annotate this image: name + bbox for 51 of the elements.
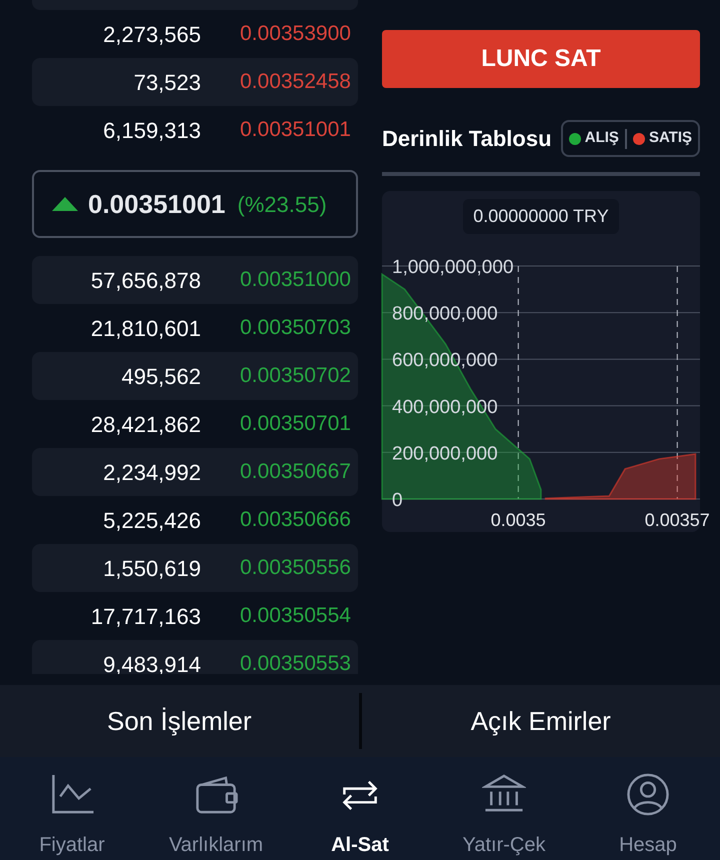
order-price: 0.00350703: [240, 315, 351, 342]
order-price: 0.00352458: [240, 69, 351, 96]
price-change: (%23.55): [237, 190, 327, 218]
order-amount: 5,225,426: [102, 506, 201, 534]
legend-label: ALIŞ: [584, 128, 619, 148]
order-amount: 2,273,565: [102, 20, 201, 48]
order-price: 0.00351000: [240, 267, 351, 294]
bottom-tab[interactable]: Açık Emirler: [362, 685, 720, 757]
nav-label: Fiyatlar: [39, 833, 105, 858]
order-amount: 2,234,992: [102, 458, 201, 486]
nav-label: Hesap: [619, 833, 677, 858]
order-amount: 9,483,914: [102, 650, 201, 674]
order-price: 0.00351001: [240, 117, 351, 144]
order-price: 0.00350702: [240, 363, 351, 390]
x-tick-label: 0.0035: [490, 510, 546, 530]
order-amount: 6,159,313: [102, 116, 201, 144]
order-price: 0.00350553: [240, 651, 351, 674]
order-price: 0.00353900: [240, 21, 351, 48]
nav-item[interactable]: Fiyatlar: [0, 757, 144, 860]
nav-item[interactable]: Varlıklarım: [144, 757, 288, 860]
nav-item[interactable]: Hesap: [576, 757, 720, 860]
order-amount: 1,550,619: [102, 554, 201, 582]
y-tick-label: 600,000,000: [392, 350, 498, 372]
nav-item[interactable]: Yatır-Çek: [432, 757, 576, 860]
order-price: 0.00350667: [240, 459, 351, 486]
order-amount: 21,810,601: [90, 314, 201, 342]
order-amount: 57,656,878: [90, 266, 201, 294]
line-chart-icon: [50, 773, 94, 816]
order-amount: 17,717,163: [90, 602, 201, 630]
order-price: 0.00350554: [240, 603, 351, 630]
legend-label: SATIŞ: [648, 128, 692, 148]
nav-label: Al-Sat: [331, 833, 389, 858]
x-tick-label: 0.00357: [644, 510, 710, 530]
section-title: Derinlik Tablosu: [382, 125, 552, 153]
sell-button[interactable]: LUNC SAT: [382, 30, 700, 88]
nav-label: Yatır-Çek: [462, 833, 546, 858]
nav-item[interactable]: Al-Sat: [288, 757, 432, 860]
order-price: 0.00350666: [240, 507, 351, 534]
y-tick-label: 200,000,000: [392, 443, 498, 464]
user-icon: [626, 773, 670, 816]
bottom-tab[interactable]: Son İşlemler: [0, 685, 358, 757]
order-price: 0.00350701: [240, 411, 351, 438]
nav-label: Varlıklarım: [168, 833, 264, 858]
y-tick-label: 1,000,000,000: [392, 257, 514, 278]
order-amount: 73,523: [132, 68, 201, 96]
order-price: 0.00350556: [240, 555, 351, 582]
order-amount: 495,562: [120, 362, 201, 390]
price-label: 0.00000000 TRY: [463, 199, 619, 234]
last-price: 0.00351001: [88, 188, 226, 220]
order-amount: 28,421,862: [90, 410, 201, 438]
y-tick-label: 400,000,000: [392, 396, 498, 418]
